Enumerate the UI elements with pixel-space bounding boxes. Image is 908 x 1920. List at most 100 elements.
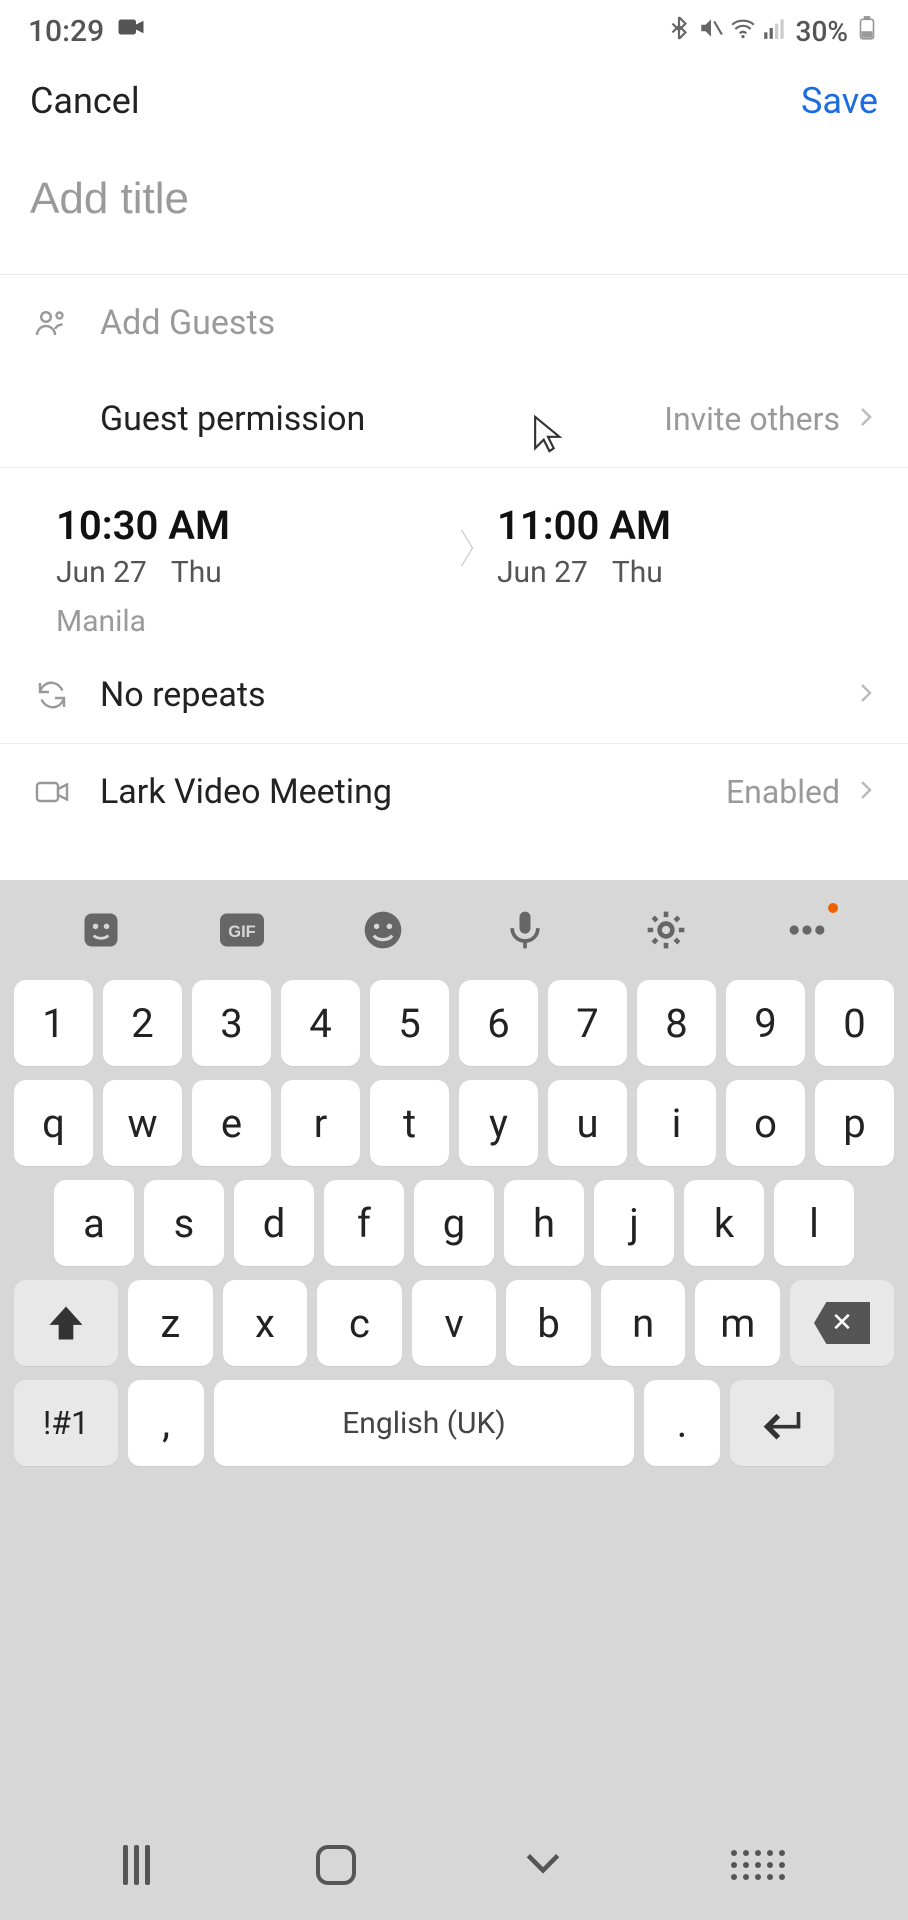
video-meeting-section: Lark Video Meeting Enabled bbox=[0, 744, 908, 818]
keyboard-toolbar: GIF bbox=[0, 880, 908, 980]
key-b[interactable]: b bbox=[506, 1280, 591, 1366]
key-5[interactable]: 5 bbox=[370, 980, 449, 1066]
key-k[interactable]: k bbox=[684, 1180, 764, 1266]
chevron-right-icon bbox=[854, 681, 878, 709]
key-rows: 1 2 3 4 5 6 7 8 9 0 q w e r t y u i o p … bbox=[0, 980, 908, 1810]
key-1[interactable]: 1 bbox=[14, 980, 93, 1066]
timezone: Manila bbox=[56, 604, 437, 639]
key-v[interactable]: v bbox=[412, 1280, 497, 1366]
key-j[interactable]: j bbox=[594, 1180, 674, 1266]
key-s[interactable]: s bbox=[144, 1180, 224, 1266]
key-y[interactable]: y bbox=[459, 1080, 538, 1166]
key-symbols[interactable]: !#1 bbox=[14, 1380, 118, 1466]
nav-bar bbox=[0, 1810, 908, 1920]
guest-permission-value: Invite others bbox=[664, 400, 840, 438]
key-4[interactable]: 4 bbox=[281, 980, 360, 1066]
key-9[interactable]: 9 bbox=[726, 980, 805, 1066]
a-row: a s d f g h j k l bbox=[14, 1180, 894, 1266]
end-time-block[interactable]: 11:00 AM Jun 27 Thu bbox=[497, 502, 878, 590]
wifi-icon bbox=[730, 15, 756, 48]
video-meeting-label: Lark Video Meeting bbox=[100, 772, 392, 812]
key-p[interactable]: p bbox=[815, 1080, 894, 1166]
key-i[interactable]: i bbox=[637, 1080, 716, 1166]
key-backspace[interactable]: ✕ bbox=[790, 1280, 894, 1366]
nav-back[interactable] bbox=[521, 1841, 565, 1889]
emoji-icon[interactable] bbox=[358, 905, 408, 955]
status-time: 10:29 bbox=[28, 14, 104, 49]
video-meeting-value: Enabled bbox=[726, 773, 840, 811]
end-day: Thu bbox=[612, 555, 663, 590]
start-time-block[interactable]: 10:30 AM Jun 27 Thu Manila bbox=[56, 502, 437, 639]
save-button[interactable]: Save bbox=[801, 80, 878, 122]
chevron-right-icon bbox=[854, 778, 878, 806]
cancel-button[interactable]: Cancel bbox=[30, 80, 140, 122]
guests-section: Add Guests Guest permission Invite other… bbox=[0, 275, 908, 468]
key-w[interactable]: w bbox=[103, 1080, 182, 1166]
end-date: Jun 27 bbox=[497, 555, 588, 590]
video-meeting-row[interactable]: Lark Video Meeting Enabled bbox=[30, 744, 878, 818]
time-section: 10:30 AM Jun 27 Thu Manila 11:00 AM Jun … bbox=[0, 468, 908, 744]
svg-text:GIF: GIF bbox=[228, 923, 256, 941]
gear-icon[interactable] bbox=[641, 905, 691, 955]
key-m[interactable]: m bbox=[695, 1280, 780, 1366]
key-n[interactable]: n bbox=[601, 1280, 686, 1366]
signal-icon bbox=[762, 15, 788, 48]
key-period[interactable]: . bbox=[644, 1380, 720, 1466]
guest-permission-row[interactable]: Guest permission Invite others bbox=[30, 371, 878, 467]
key-f[interactable]: f bbox=[324, 1180, 404, 1266]
key-r[interactable]: r bbox=[281, 1080, 360, 1166]
key-a[interactable]: a bbox=[54, 1180, 134, 1266]
add-guests-row[interactable]: Add Guests bbox=[30, 275, 878, 371]
key-comma[interactable]: , bbox=[128, 1380, 204, 1466]
mute-icon bbox=[698, 15, 724, 48]
key-8[interactable]: 8 bbox=[637, 980, 716, 1066]
key-z[interactable]: z bbox=[128, 1280, 213, 1366]
bluetooth-icon bbox=[666, 15, 692, 48]
key-d[interactable]: d bbox=[234, 1180, 314, 1266]
q-row: q w e r t y u i o p bbox=[14, 1080, 894, 1166]
key-space[interactable]: English (UK) bbox=[214, 1380, 634, 1466]
bottom-row: !#1 , English (UK) . bbox=[14, 1380, 894, 1466]
key-0[interactable]: 0 bbox=[815, 980, 894, 1066]
status-bar: 10:29 30% bbox=[0, 0, 908, 58]
start-time: 10:30 AM bbox=[56, 502, 437, 549]
keyboard-switch-icon[interactable] bbox=[731, 1850, 785, 1880]
camera-icon bbox=[116, 12, 146, 50]
mic-icon[interactable] bbox=[500, 905, 550, 955]
repeats-row[interactable]: No repeats bbox=[30, 647, 878, 743]
key-7[interactable]: 7 bbox=[548, 980, 627, 1066]
nav-home[interactable] bbox=[316, 1845, 356, 1885]
z-row: z x c v b n m ✕ bbox=[14, 1280, 894, 1366]
key-q[interactable]: q bbox=[14, 1080, 93, 1166]
key-h[interactable]: h bbox=[504, 1180, 584, 1266]
key-o[interactable]: o bbox=[726, 1080, 805, 1166]
key-l[interactable]: l bbox=[774, 1180, 854, 1266]
start-date: Jun 27 bbox=[56, 555, 147, 590]
repeats-label: No repeats bbox=[100, 675, 266, 715]
more-icon[interactable] bbox=[782, 905, 832, 955]
start-day: Thu bbox=[171, 555, 222, 590]
key-2[interactable]: 2 bbox=[103, 980, 182, 1066]
key-x[interactable]: x bbox=[223, 1280, 308, 1366]
key-6[interactable]: 6 bbox=[459, 980, 538, 1066]
title-input[interactable] bbox=[30, 174, 878, 224]
video-icon bbox=[30, 774, 74, 810]
nav-recents[interactable] bbox=[123, 1845, 150, 1885]
key-shift[interactable] bbox=[14, 1280, 118, 1366]
end-time: 11:00 AM bbox=[497, 502, 878, 549]
key-c[interactable]: c bbox=[317, 1280, 402, 1366]
key-g[interactable]: g bbox=[414, 1180, 494, 1266]
guest-permission-label: Guest permission bbox=[100, 399, 365, 439]
key-e[interactable]: e bbox=[192, 1080, 271, 1166]
key-3[interactable]: 3 bbox=[192, 980, 271, 1066]
gif-icon[interactable]: GIF bbox=[217, 905, 267, 955]
key-u[interactable]: u bbox=[548, 1080, 627, 1166]
battery-icon bbox=[854, 15, 880, 48]
time-row[interactable]: 10:30 AM Jun 27 Thu Manila 11:00 AM Jun … bbox=[30, 468, 878, 647]
chevron-right-icon bbox=[854, 405, 878, 433]
key-t[interactable]: t bbox=[370, 1080, 449, 1166]
key-enter[interactable] bbox=[730, 1380, 834, 1466]
guests-icon bbox=[30, 305, 74, 341]
header: Cancel Save bbox=[0, 58, 908, 144]
sticker-icon[interactable] bbox=[76, 905, 126, 955]
